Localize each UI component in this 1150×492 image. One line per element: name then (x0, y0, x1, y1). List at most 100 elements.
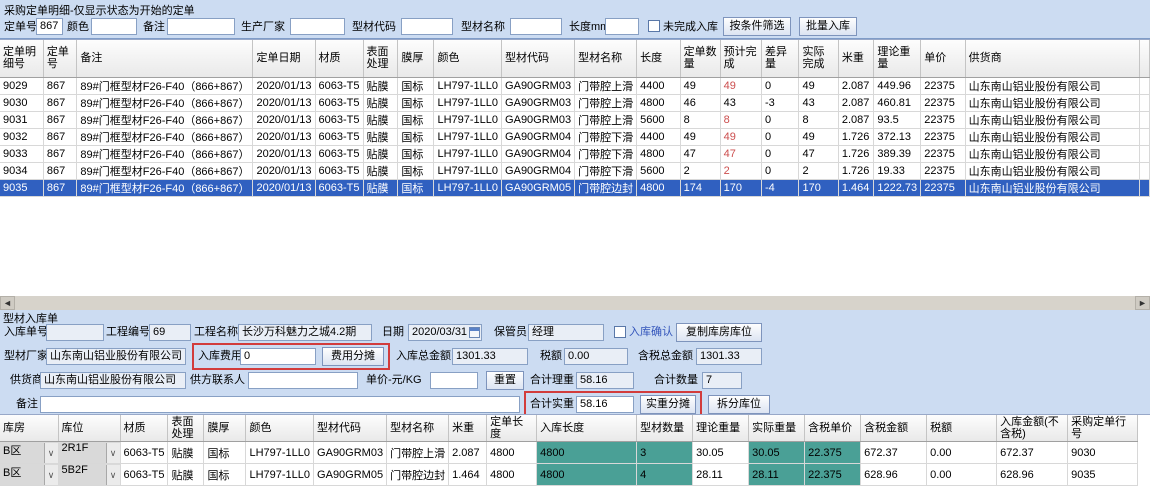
table-cell[interactable]: 贴膜 (168, 464, 204, 486)
total-actual-weight-field[interactable]: 58.16 (576, 396, 634, 413)
table-cell[interactable]: LH797-1LL0 (434, 145, 502, 162)
date-field[interactable]: 2020/03/31▼ (408, 324, 482, 341)
table-cell[interactable]: 174 (680, 179, 720, 196)
table-cell[interactable]: 22.375 (805, 464, 861, 486)
column-header[interactable]: 含税单价 (805, 415, 861, 442)
table-cell[interactable]: 4800 (487, 464, 537, 486)
fee-share-button[interactable]: 费用分摊 (322, 347, 384, 366)
table-cell[interactable]: 89#门框型材F26-F40（866+867） (77, 128, 253, 145)
table-cell[interactable]: B区∨ (0, 442, 58, 464)
table-cell[interactable]: 47 (680, 145, 720, 162)
horizontal-scrollbar[interactable]: ◄ ► (0, 296, 1150, 310)
table-cell[interactable]: LH797-1LL0 (434, 179, 502, 196)
table-cell[interactable]: 国标 (398, 162, 434, 179)
table-cell[interactable]: 国标 (398, 128, 434, 145)
table-cell[interactable]: 4800 (637, 179, 681, 196)
project-name-field[interactable]: 长沙万科魅力之城4.2期 (238, 324, 372, 341)
table-cell[interactable]: 89#门框型材F26-F40（866+867） (77, 179, 253, 196)
table-cell[interactable]: 国标 (204, 464, 246, 486)
table-cell[interactable]: 1.726 (838, 128, 873, 145)
table-cell[interactable]: 4 (637, 464, 693, 486)
table-cell[interactable] (1139, 179, 1149, 196)
column-header[interactable]: 膜厚 (204, 415, 246, 442)
column-header[interactable]: 税额 (927, 415, 997, 442)
table-cell[interactable]: 2.087 (838, 77, 873, 94)
table-cell[interactable] (1139, 128, 1149, 145)
column-header[interactable]: 定单明细号 (0, 40, 43, 77)
column-header[interactable] (1139, 40, 1149, 77)
table-cell[interactable]: 门带腔上滑 (575, 94, 637, 111)
column-header[interactable]: 型材代码 (502, 40, 575, 77)
table-cell[interactable]: 6063-T5 (315, 94, 363, 111)
table-cell[interactable]: 867 (43, 77, 77, 94)
inbound-fee-field[interactable]: 0 (240, 348, 316, 365)
table-cell[interactable]: 门带腔下滑 (575, 145, 637, 162)
table-cell[interactable] (1139, 145, 1149, 162)
table-cell[interactable]: 30.05 (693, 442, 749, 464)
table-cell[interactable]: 0 (762, 128, 799, 145)
table-cell[interactable]: 9033 (0, 145, 43, 162)
color-input[interactable] (91, 18, 137, 35)
keeper-field[interactable]: 经理 (528, 324, 604, 341)
table-cell[interactable]: 4800 (637, 94, 681, 111)
column-header[interactable]: 定单日期 (253, 40, 315, 77)
remark-input[interactable] (167, 18, 235, 35)
table-cell[interactable]: 43 (799, 94, 838, 111)
table-cell[interactable]: 49 (680, 128, 720, 145)
table-cell[interactable]: LH797-1LL0 (434, 77, 502, 94)
table-row[interactable]: 903286789#门框型材F26-F40（866+867）2020/01/13… (0, 128, 1150, 145)
chevron-down-icon[interactable]: ∨ (106, 465, 120, 485)
table-cell[interactable]: 372.13 (874, 128, 921, 145)
table-cell[interactable]: 国标 (398, 111, 434, 128)
table-cell[interactable]: 1.464 (838, 179, 873, 196)
table-cell[interactable]: 贴膜 (363, 94, 398, 111)
table-cell[interactable]: 2020/01/13 (253, 111, 315, 128)
table-cell[interactable]: LH797-1LL0 (434, 128, 502, 145)
unfinished-checkbox[interactable] (648, 20, 660, 32)
table-cell[interactable]: 门带腔下滑 (575, 162, 637, 179)
column-header[interactable]: 定单数量 (680, 40, 720, 77)
table-cell[interactable]: 43 (720, 94, 761, 111)
table-row[interactable]: 902986789#门框型材F26-F40（866+867）2020/01/13… (0, 77, 1150, 94)
table-cell[interactable]: 89#门框型材F26-F40（866+867） (77, 145, 253, 162)
table-cell[interactable]: 49 (720, 128, 761, 145)
table-cell[interactable]: 389.39 (874, 145, 921, 162)
table-cell[interactable]: 国标 (398, 179, 434, 196)
supplier-contact-field[interactable] (248, 372, 358, 389)
table-cell[interactable]: LH797-1LL0 (246, 464, 314, 486)
table-cell[interactable]: 8 (720, 111, 761, 128)
table-cell[interactable]: 9035 (1068, 464, 1138, 486)
table-cell[interactable]: 1.726 (838, 145, 873, 162)
table-row[interactable]: 903586789#门框型材F26-F40（866+867）2020/01/13… (0, 179, 1150, 196)
table-cell[interactable]: 贴膜 (363, 77, 398, 94)
table-cell[interactable]: 672.37 (861, 442, 927, 464)
table-cell[interactable]: GA90GRM04 (502, 162, 575, 179)
total-amount-field[interactable]: 1301.33 (452, 348, 528, 365)
table-cell[interactable]: 9030 (0, 94, 43, 111)
table-cell[interactable]: 0.00 (927, 442, 997, 464)
unit-price-field[interactable] (430, 372, 478, 389)
table-cell[interactable]: GA90GRM03 (502, 111, 575, 128)
table-cell[interactable]: 6063-T5 (315, 179, 363, 196)
table-cell[interactable]: 贴膜 (363, 128, 398, 145)
table-cell[interactable]: 4800 (537, 442, 637, 464)
table-cell[interactable]: 2.087 (838, 111, 873, 128)
filter-by-condition-button[interactable]: 按条件筛选 (723, 17, 791, 36)
table-cell[interactable]: 9032 (0, 128, 43, 145)
table-cell[interactable]: 47 (799, 145, 838, 162)
form-remark-field[interactable] (40, 396, 520, 413)
column-header[interactable]: 型材数量 (637, 415, 693, 442)
table-cell[interactable]: 贴膜 (363, 162, 398, 179)
table-cell[interactable]: 6063-T5 (315, 128, 363, 145)
table-cell[interactable]: 19.33 (874, 162, 921, 179)
table-cell[interactable]: 93.5 (874, 111, 921, 128)
table-cell[interactable]: LH797-1LL0 (434, 111, 502, 128)
table-cell[interactable]: LH797-1LL0 (246, 442, 314, 464)
table-cell[interactable]: 门带腔边封 (575, 179, 637, 196)
total-with-tax-field[interactable]: 1301.33 (696, 348, 762, 365)
column-header[interactable]: 含税金额 (861, 415, 927, 442)
table-cell[interactable] (1139, 94, 1149, 111)
table-cell[interactable]: 2 (799, 162, 838, 179)
table-cell[interactable]: -4 (762, 179, 799, 196)
table-cell[interactable]: 门带腔边封 (387, 464, 449, 486)
